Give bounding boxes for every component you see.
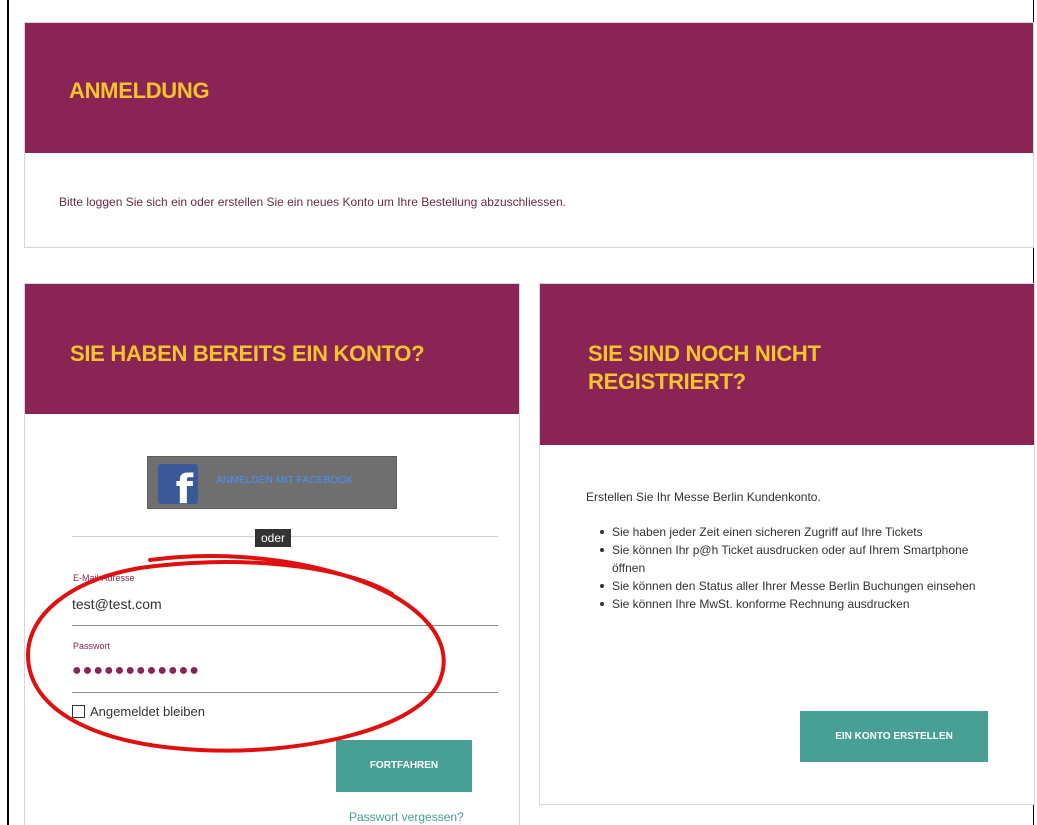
password-label: Passwort (73, 641, 111, 651)
forgot-password-link[interactable]: Passwort vergessen? (349, 810, 464, 824)
benefits-list: Sie haben jeder Zeit einen sicheren Zugr… (600, 523, 980, 613)
page-title: ANMELDUNG (69, 78, 210, 103)
email-field[interactable] (72, 593, 496, 615)
register-header: SIE SIND NOCH NICHT REGISTRIERT? (540, 284, 1034, 445)
existing-account-panel: SIE HABEN BEREITS EIN KONTO? f ANMELDEN … (24, 283, 520, 825)
password-field[interactable]: ●●●●●●●●●●●● (72, 662, 200, 680)
register-title: SIE SIND NOCH NICHT REGISTRIERT? (588, 341, 821, 394)
email-underline (72, 625, 498, 626)
list-item: Sie können Ihre MwSt. konforme Rechnung … (600, 595, 980, 613)
continue-button[interactable]: FORTFAHREN (336, 740, 472, 792)
facebook-icon: f (158, 464, 198, 504)
register-panel: SIE SIND NOCH NICHT REGISTRIERT? Erstell… (539, 283, 1035, 805)
password-underline (72, 692, 498, 693)
login-intro-header: ANMELDUNG (25, 23, 1033, 153)
list-item: Sie können den Status aller Ihrer Messe … (600, 577, 980, 595)
login-intro-text: Bitte loggen Sie sich ein oder erstellen… (59, 195, 566, 209)
existing-account-header: SIE HABEN BEREITS EIN KONTO? (25, 284, 519, 414)
register-intro-text: Erstellen Sie Ihr Messe Berlin Kundenkon… (586, 490, 821, 504)
email-label: E-Mail-Adresse (73, 573, 135, 583)
existing-account-title: SIE HABEN BEREITS EIN KONTO? (70, 341, 425, 366)
remember-me-checkbox[interactable] (72, 705, 85, 718)
create-account-button[interactable]: EIN KONTO ERSTELLEN (800, 711, 988, 762)
window-border-left (7, 0, 9, 825)
or-label: oder (255, 529, 292, 547)
list-item: Sie haben jeder Zeit einen sicheren Zugr… (600, 523, 980, 541)
login-intro-panel: ANMELDUNG Bitte loggen Sie sich ein oder… (24, 22, 1034, 248)
facebook-login-button[interactable]: f ANMELDEN MIT FACEBOOK (147, 456, 397, 509)
remember-me[interactable]: Angemeldet bleiben (72, 704, 205, 719)
facebook-login-label: ANMELDEN MIT FACEBOOK (216, 475, 354, 486)
remember-me-label: Angemeldet bleiben (90, 704, 205, 719)
list-item: Sie können Ihr p@h Ticket ausdrucken ode… (600, 541, 980, 577)
